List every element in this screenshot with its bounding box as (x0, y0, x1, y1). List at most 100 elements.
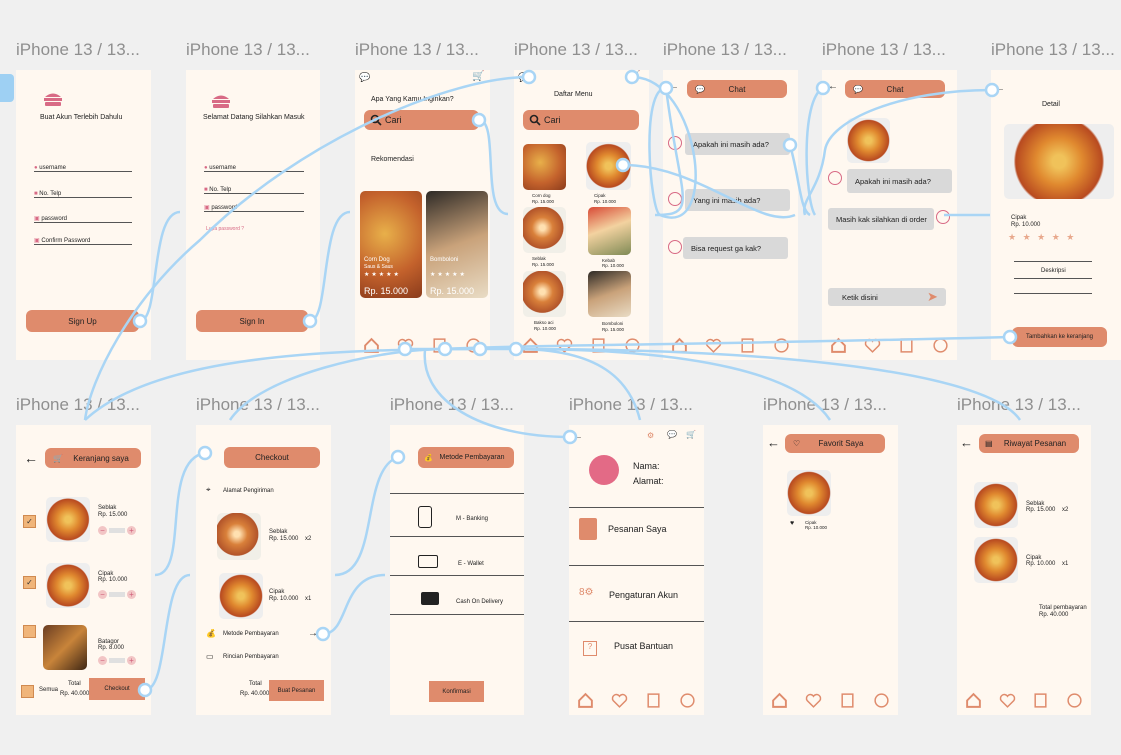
profile-icon[interactable] (465, 337, 482, 354)
menu-item-name: Bomboloni (602, 321, 624, 326)
profile-icon[interactable] (1066, 692, 1083, 709)
orders-icon[interactable] (739, 337, 756, 354)
phone-field[interactable]: ■ No. Telp (204, 187, 304, 194)
menu-item-image[interactable] (588, 271, 631, 317)
heart-icon[interactable] (864, 337, 881, 354)
menu-item-image[interactable] (523, 271, 566, 317)
item-checkbox[interactable]: ✓ (23, 576, 36, 589)
payment-detail-row[interactable]: Rincian Pembayaran (223, 654, 279, 660)
quantity-stepper[interactable]: − + (98, 590, 136, 599)
profile-icon[interactable] (679, 692, 696, 709)
payment-option[interactable]: M - Banking (456, 516, 488, 522)
heart-icon[interactable] (556, 337, 573, 354)
order-item-name: Cipak (269, 589, 285, 595)
profile-icon[interactable] (932, 337, 949, 354)
chat-icon[interactable]: 💬 (667, 430, 677, 439)
menu-item-image[interactable] (523, 144, 566, 190)
back-arrow-icon[interactable]: ← (669, 81, 679, 92)
password-field[interactable]: ▣ password (204, 204, 304, 212)
confirm-button[interactable]: Konfirmasi (429, 681, 484, 702)
home-icon[interactable] (522, 337, 539, 354)
payment-method-row[interactable]: Metode Pembayaran (223, 631, 279, 637)
menu-orders[interactable]: Pesanan Saya (608, 524, 667, 534)
home-icon[interactable] (671, 337, 688, 354)
favorite-item-image[interactable] (787, 470, 831, 516)
menu-help-center[interactable]: Pusat Bantuan (614, 641, 673, 651)
orders-icon[interactable] (431, 337, 448, 354)
forgot-password-link[interactable]: Lupa password ? (206, 226, 244, 232)
item-checkbox[interactable] (23, 625, 36, 638)
shipping-address[interactable]: Alamat Pengiriman (223, 488, 274, 494)
orders-icon[interactable] (898, 337, 915, 354)
forward-arrow-icon[interactable]: → (308, 628, 318, 639)
orders-icon[interactable] (590, 337, 607, 354)
item-checkbox[interactable]: ✓ (23, 515, 36, 528)
username-field[interactable]: ● username (204, 165, 304, 172)
cart-icon[interactable]: 🛒 (686, 430, 696, 439)
menu-account-settings[interactable]: Pengaturan Akun (609, 590, 678, 600)
search-bar[interactable]: Cari (523, 110, 639, 130)
profile-icon[interactable] (873, 692, 890, 709)
quantity-stepper[interactable]: − + (98, 656, 136, 665)
password-field[interactable]: ▣ password (34, 215, 132, 223)
product-card[interactable]: Corn Dog Saus & Saus ★★★★★ Rp. 15.000 (360, 191, 422, 298)
signin-button[interactable]: Sign In (196, 310, 308, 332)
select-all-checkbox[interactable] (21, 685, 34, 698)
back-arrow-icon[interactable]: ← (995, 83, 1005, 94)
heart-icon[interactable] (611, 692, 628, 709)
back-arrow-icon[interactable]: ← (828, 81, 838, 92)
profile-icon[interactable] (773, 337, 790, 354)
orders-icon[interactable] (645, 692, 662, 709)
history-header: ▤ Riwayat Pesanan (979, 434, 1079, 453)
settings-icon[interactable]: ⚙ (647, 431, 654, 440)
order-item-name: Seblak (269, 529, 288, 535)
card-icon (418, 555, 438, 568)
confirm-password-field[interactable]: ▣ Confirm Password (34, 237, 132, 245)
chat-thread[interactable]: Apakah ini masih ada? (685, 133, 790, 155)
heart-icon[interactable] (999, 692, 1016, 709)
panel-toggle-icon[interactable] (0, 74, 14, 102)
signup-button[interactable]: Sign Up (26, 310, 139, 332)
heart-icon[interactable] (397, 337, 414, 354)
menu-item-image[interactable] (523, 207, 566, 253)
cart-icon[interactable]: 🛒 (628, 71, 640, 82)
add-to-cart-button[interactable]: Tambahkan ke keranjang (1012, 327, 1107, 347)
orders-icon[interactable] (1032, 692, 1049, 709)
phone-field[interactable]: ■ No. Telp (34, 191, 132, 198)
back-arrow-icon[interactable]: ← (24, 450, 38, 466)
lock-icon: ▣ (204, 205, 210, 211)
divider (1014, 293, 1092, 294)
product-card[interactable]: Bomboloni ★★★★★ Rp. 15.000 (426, 191, 488, 298)
home-icon[interactable] (965, 692, 982, 709)
back-arrow-icon[interactable]: ← (204, 447, 214, 458)
menu-item-image[interactable] (586, 142, 631, 190)
back-arrow-icon[interactable]: ← (960, 435, 973, 450)
search-bar[interactable]: Cari (364, 110, 479, 130)
quantity-stepper[interactable]: − + (98, 526, 136, 535)
home-icon[interactable] (577, 692, 594, 709)
home-icon[interactable] (830, 337, 847, 354)
chat-thread[interactable]: Yang ini masih ada? (685, 189, 790, 211)
home-icon[interactable] (771, 692, 788, 709)
heart-icon[interactable] (705, 337, 722, 354)
payment-option[interactable]: Cash On Delivery (456, 599, 503, 605)
profile-icon[interactable] (624, 337, 641, 354)
send-icon[interactable]: ➤ (927, 289, 938, 305)
checkout-button[interactable]: Checkout (89, 678, 145, 700)
chat-icon[interactable]: 💬 (518, 72, 529, 83)
back-arrow-icon[interactable]: ← (767, 435, 780, 450)
chat-header: 💬 Chat (687, 80, 787, 98)
orders-icon[interactable] (839, 692, 856, 709)
menu-item-image[interactable] (588, 207, 631, 255)
cart-icon[interactable]: 🛒 (472, 71, 484, 82)
back-arrow-icon[interactable]: ← (396, 449, 406, 460)
chat-icon[interactable]: 💬 (359, 72, 370, 83)
back-arrow-icon[interactable]: ← (573, 431, 583, 442)
place-order-button[interactable]: Buat Pesanan (269, 680, 324, 701)
username-field[interactable]: ● username (34, 165, 132, 172)
heart-filled-icon[interactable]: ♥ (790, 520, 794, 527)
heart-icon[interactable] (805, 692, 822, 709)
chat-thread[interactable]: Bisa request ga kak? (683, 237, 788, 259)
home-icon[interactable] (363, 337, 380, 354)
payment-option[interactable]: E - Wallet (458, 561, 484, 567)
